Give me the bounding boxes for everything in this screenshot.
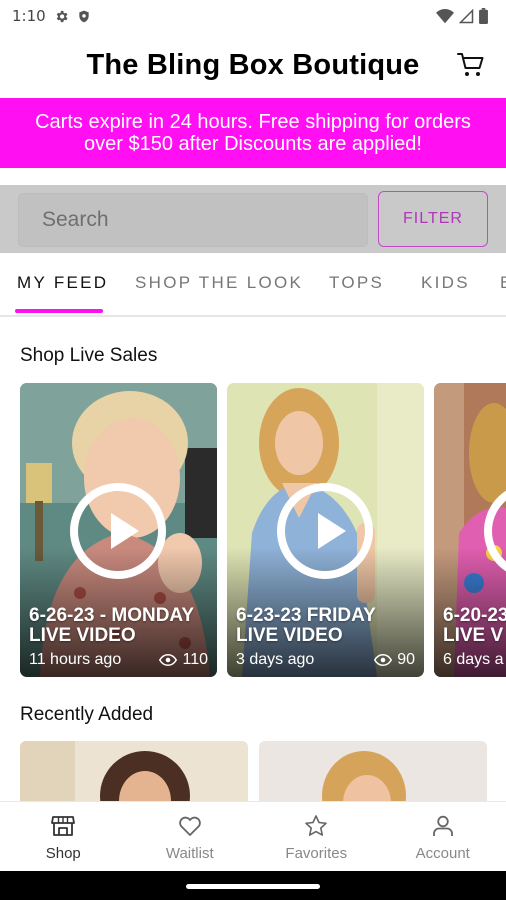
status-bar: 1:10	[0, 0, 506, 32]
nav-waitlist[interactable]: Waitlist	[127, 802, 254, 871]
video-time: 6 days a	[443, 651, 504, 668]
live-video-card[interactable]: 6-23-23 FRIDAY LIVE VIDEO 3 days ago 90	[227, 383, 424, 677]
app-header: The Bling Box Boutique	[0, 32, 506, 98]
cart-button[interactable]	[456, 50, 486, 80]
wifi-icon	[436, 8, 454, 23]
video-time: 11 hours ago	[29, 651, 122, 668]
person-icon	[432, 815, 453, 836]
video-title: 6-26-23 - MONDAY LIVE VIDEO	[29, 605, 195, 646]
search-band: FILTER	[0, 185, 506, 253]
filter-button[interactable]: FILTER	[378, 191, 488, 247]
status-time: 1:10	[12, 7, 46, 25]
nav-account[interactable]: Account	[380, 802, 506, 871]
video-meta: 6 days a	[443, 651, 506, 669]
nav-label: Waitlist	[165, 845, 214, 862]
nav-label: Favorites	[285, 845, 348, 862]
tab-kids[interactable]: KIDS	[421, 273, 470, 293]
settings-gear-icon	[56, 10, 68, 22]
shopping-cart-icon	[457, 53, 484, 76]
video-title: 6-23-23 FRIDAY LIVE VIDEO	[236, 605, 376, 646]
promo-line-1: Carts expire in 24 hours. Free shipping …	[35, 111, 471, 133]
battery-icon	[479, 8, 488, 24]
tab-partial[interactable]: B	[500, 273, 506, 293]
live-sales-heading: Shop Live Sales	[20, 345, 158, 366]
video-title: 6-20-23 LIVE V	[443, 605, 506, 646]
signal-icon	[459, 8, 474, 23]
category-tab-bar: MY FEED SHOP THE LOOK TOPS KIDS B	[0, 253, 506, 317]
nav-favorites[interactable]: Favorites	[253, 802, 380, 871]
play-icon	[277, 483, 373, 579]
store-icon	[51, 816, 76, 836]
tab-shop-the-look[interactable]: SHOP THE LOOK	[135, 273, 303, 293]
promo-banner: Carts expire in 24 hours. Free shipping …	[0, 98, 506, 168]
nav-shop[interactable]: Shop	[0, 802, 127, 871]
view-count: 110	[159, 651, 208, 669]
view-count: 90	[374, 651, 415, 669]
view-count-value: 110	[182, 651, 208, 668]
eye-icon	[374, 654, 393, 666]
live-video-card[interactable]: 6-20-23 LIVE V 6 days a	[434, 383, 506, 677]
star-icon	[305, 815, 328, 836]
video-meta: 11 hours ago 110	[29, 651, 208, 669]
bottom-navigation: Shop Waitlist Favorites Account	[0, 801, 506, 871]
search-input[interactable]	[18, 193, 368, 247]
status-right	[436, 8, 488, 24]
status-left: 1:10	[12, 7, 91, 25]
eye-icon	[159, 654, 178, 666]
video-time: 3 days ago	[236, 651, 315, 668]
nav-label: Shop	[45, 845, 81, 862]
recently-added-heading: Recently Added	[20, 704, 154, 725]
store-title: The Bling Box Boutique	[86, 48, 420, 81]
promo-line-2: over $150 after Discounts are applied!	[84, 133, 422, 155]
nav-label: Account	[415, 845, 470, 862]
shield-icon	[79, 10, 89, 22]
home-gesture-handle[interactable]	[186, 884, 320, 889]
tab-my-feed[interactable]: MY FEED	[17, 273, 108, 293]
play-icon	[70, 483, 166, 579]
system-gesture-bar	[0, 871, 506, 900]
tab-tops[interactable]: TOPS	[329, 273, 384, 293]
view-count-value: 90	[397, 651, 415, 668]
active-tab-indicator	[15, 309, 103, 313]
live-video-card[interactable]: 6-26-23 - MONDAY LIVE VIDEO 11 hours ago…	[20, 383, 217, 677]
video-meta: 3 days ago 90	[236, 651, 415, 669]
heart-icon	[178, 816, 201, 836]
